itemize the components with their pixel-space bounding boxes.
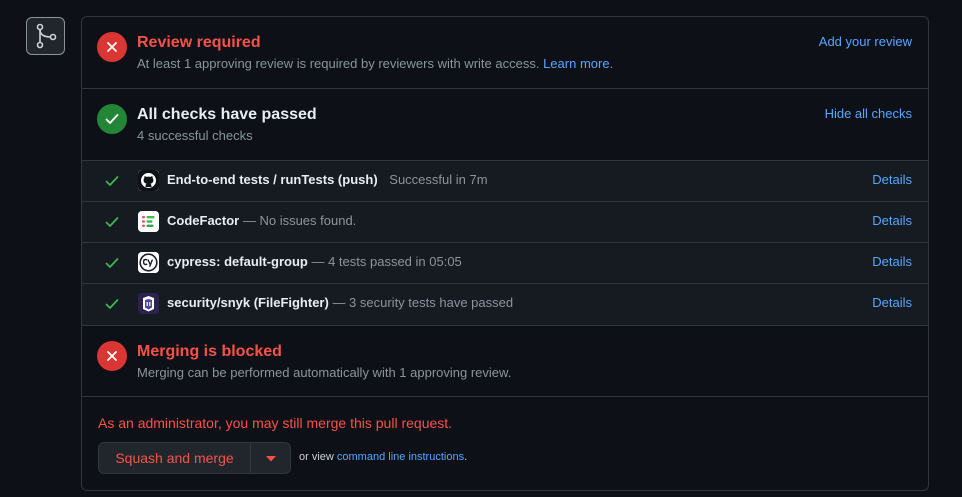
review-required-section: Review required At least 1 approving rev… <box>82 17 928 89</box>
git-merge-icon <box>26 17 65 55</box>
cli-period: . <box>464 451 468 463</box>
merging-blocked-title: Merging is blocked <box>137 343 282 360</box>
squash-and-merge-button[interactable]: Squash and merge <box>99 443 251 473</box>
check-text-codefactor: CodeFactor — No issues found. <box>167 213 356 228</box>
add-your-review-link[interactable]: Add your review <box>819 34 912 49</box>
check-description: — No issues found. <box>239 213 357 228</box>
check-row-codefactor: CodeFactor — No issues found. Details <box>82 202 928 243</box>
checks-title: All checks have passed <box>137 106 317 123</box>
cypress-icon <box>138 252 159 273</box>
caret-down-icon <box>265 449 276 467</box>
check-icon <box>105 215 119 233</box>
check-text-cypress: cypress: default-group — 4 tests passed … <box>167 254 462 269</box>
review-required-text: At least 1 approving review is required … <box>137 56 540 71</box>
check-text-snyk: security/snyk (FileFighter) — 3 security… <box>167 295 513 310</box>
codefactor-icon <box>138 211 159 232</box>
check-text-e2e: End-to-end tests / runTests (push) Succe… <box>167 172 488 187</box>
check-description: — 3 security tests have passed <box>328 295 514 310</box>
check-name: cypress: default-group <box>167 254 308 269</box>
check-row-cypress: cypress: default-group — 4 tests passed … <box>82 243 928 284</box>
checks-summary-section: All checks have passed 4 successful chec… <box>82 89 928 161</box>
merge-status-panel: Review required At least 1 approving rev… <box>81 16 929 491</box>
admin-merge-section: As an administrator, you may still merge… <box>82 397 928 490</box>
review-required-subtitle: At least 1 approving review is required … <box>137 56 613 71</box>
snyk-icon <box>138 293 159 314</box>
hide-all-checks-link[interactable]: Hide all checks <box>825 106 912 121</box>
check-description: — 4 tests passed in 05:05 <box>307 254 462 269</box>
or-view-text: or view command line instructions. <box>299 451 467 463</box>
details-link[interactable]: Details <box>872 295 912 310</box>
x-circle-icon <box>97 341 127 371</box>
check-name: End-to-end tests / runTests (push) <box>167 172 378 187</box>
command-line-instructions-link[interactable]: command line instructions <box>337 451 464 463</box>
x-circle-icon <box>97 32 127 62</box>
merge-options-dropdown[interactable] <box>251 443 290 473</box>
check-row-snyk: security/snyk (FileFighter) — 3 security… <box>82 284 928 325</box>
check-icon <box>105 256 119 274</box>
check-row-e2e: End-to-end tests / runTests (push) Succe… <box>82 161 928 202</box>
check-name: CodeFactor <box>167 213 240 228</box>
details-link[interactable]: Details <box>872 254 912 269</box>
checks-subtitle: 4 successful checks <box>137 128 253 143</box>
or-view-label: or view <box>299 451 337 463</box>
admin-notice: As an administrator, you may still merge… <box>98 415 453 431</box>
details-link[interactable]: Details <box>872 172 912 187</box>
checks-list: End-to-end tests / runTests (push) Succe… <box>82 161 928 326</box>
check-icon <box>105 174 119 192</box>
check-circle-icon <box>97 104 127 134</box>
check-description: Successful in 7m <box>389 172 488 187</box>
merging-blocked-subtitle: Merging can be performed automatically w… <box>137 365 512 380</box>
merging-blocked-section: Merging is blocked Merging can be perfor… <box>82 326 928 397</box>
review-required-title: Review required <box>137 34 261 51</box>
check-icon <box>105 297 119 315</box>
check-name: security/snyk (FileFighter) <box>167 295 329 310</box>
learn-more-link[interactable]: Learn more <box>543 56 609 71</box>
github-icon <box>138 170 159 191</box>
review-period: . <box>609 56 614 71</box>
merge-button-group: Squash and merge <box>98 442 291 474</box>
details-link[interactable]: Details <box>872 213 912 228</box>
